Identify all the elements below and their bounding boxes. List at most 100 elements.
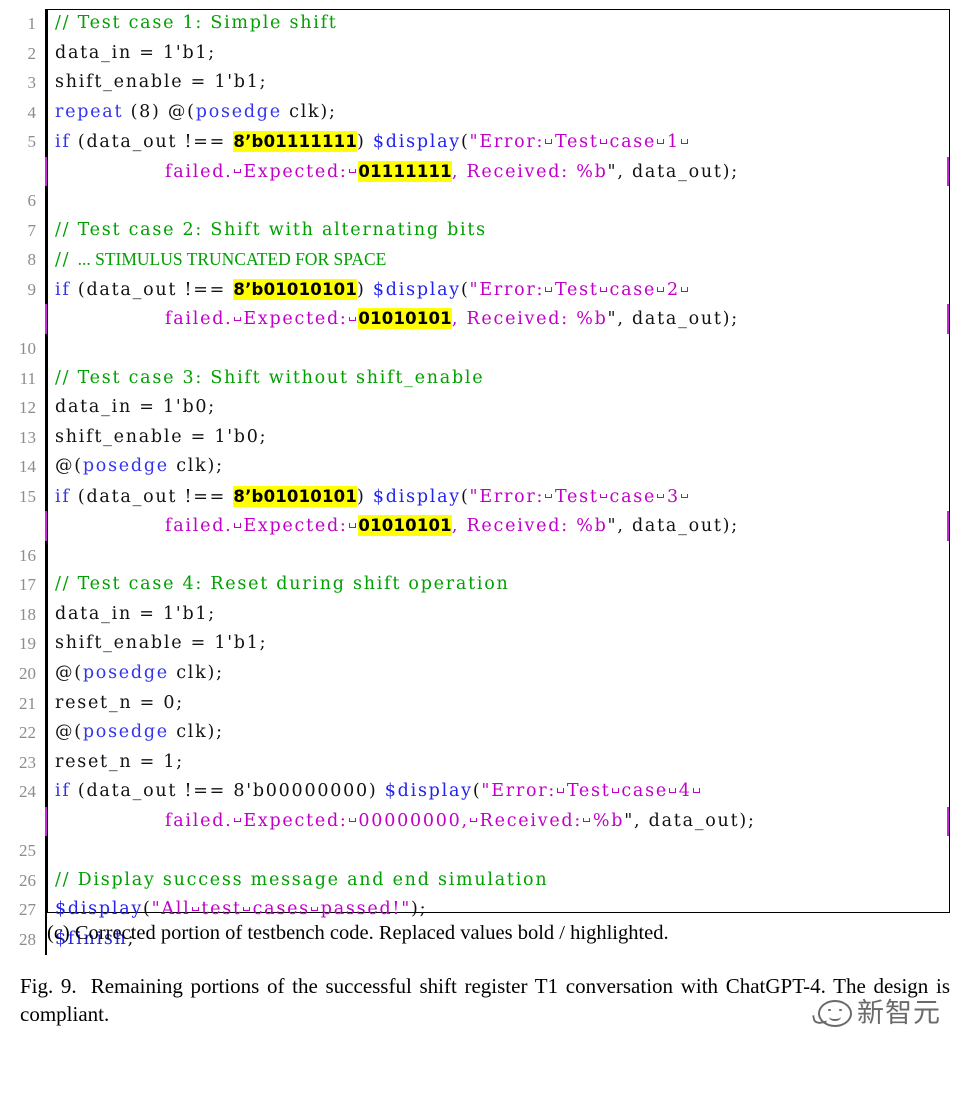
line-number: 16 bbox=[19, 545, 36, 565]
line-number: 6 bbox=[27, 191, 37, 211]
line-number: 19 bbox=[19, 634, 36, 654]
code-listing: 1 // Test case 1: Simple shift 2 data_in… bbox=[0, 9, 971, 955]
line-rule bbox=[45, 363, 48, 394]
code-line: 17 // Test case 4: Reset during shift op… bbox=[0, 570, 971, 600]
line-rule bbox=[45, 659, 48, 689]
line-rule-right bbox=[947, 600, 949, 630]
line-number: 7 bbox=[27, 220, 37, 240]
code-line-continuation: failed. Expected: 01010101, Received: %b",… bbox=[0, 511, 971, 541]
code-line: 11 // Test case 3: Shift without shift_e… bbox=[0, 363, 971, 394]
line-rule bbox=[45, 718, 48, 748]
line-rule-right bbox=[947, 482, 949, 512]
line-rule bbox=[45, 836, 48, 866]
line-rule bbox=[45, 68, 48, 98]
line-number: 24 bbox=[19, 782, 36, 802]
code-text: $display("All test cases passed!"); bbox=[55, 899, 428, 920]
line-rule bbox=[45, 9, 48, 39]
line-number: 22 bbox=[19, 723, 36, 743]
code-line: 15 if (data_out !== 8’b01010101) $displa… bbox=[0, 481, 971, 512]
code-text: @(posedge clk); bbox=[55, 663, 224, 684]
code-line: 6 bbox=[0, 186, 971, 216]
line-rule-right bbox=[947, 866, 949, 896]
code-line: 9 if (data_out !== 8’b01010101) $display… bbox=[0, 274, 971, 305]
line-rule-right bbox=[947, 245, 949, 275]
line-rule-right bbox=[947, 9, 949, 39]
code-line: 23 reset_n = 1; bbox=[0, 747, 971, 778]
line-rule bbox=[45, 481, 48, 512]
figure-caption: Fig. 9. Remaining portions of the success… bbox=[20, 972, 950, 1028]
line-number: 8 bbox=[27, 250, 37, 270]
line-rule-right bbox=[947, 541, 949, 571]
code-line: 3 shift_enable = 1'b1; bbox=[0, 68, 971, 98]
code-text: repeat (8) @(posedge clk); bbox=[55, 101, 337, 122]
line-rule-right bbox=[947, 156, 950, 187]
code-line: 8 // ... STIMULUS TRUNCATED FOR SPACE bbox=[0, 245, 971, 275]
line-rule-right bbox=[947, 452, 949, 482]
code-text: if (data_out !== 8’b01111111) $display("… bbox=[55, 131, 688, 153]
line-rule-right bbox=[947, 216, 949, 246]
code-line: 25 bbox=[0, 836, 971, 866]
line-rule-right bbox=[947, 689, 949, 719]
line-rule bbox=[45, 127, 48, 157]
line-number: 20 bbox=[19, 664, 36, 684]
code-text: // Test case 2: Shift with alternating b… bbox=[55, 219, 487, 240]
code-text: shift_enable = 1'b1; bbox=[55, 72, 268, 93]
line-rule-right bbox=[947, 570, 949, 600]
code-text: // Display success message and end simul… bbox=[55, 869, 549, 890]
line-rule bbox=[45, 38, 48, 69]
line-rule bbox=[45, 186, 48, 216]
line-number: 28 bbox=[19, 929, 36, 949]
code-text: if (data_out !== 8’b01010101) $display("… bbox=[55, 278, 688, 300]
line-rule-right bbox=[947, 364, 949, 394]
line-rule bbox=[45, 629, 48, 660]
line-rule-right bbox=[947, 836, 949, 866]
code-text: data_in = 1'b0; bbox=[55, 397, 216, 418]
code-text: // ... STIMULUS TRUNCATED FOR SPACE bbox=[55, 249, 387, 271]
line-rule-right bbox=[947, 511, 950, 541]
line-rule bbox=[45, 215, 48, 246]
replaced-value-highlight: 01010101 bbox=[358, 515, 452, 537]
line-rule-right bbox=[947, 748, 949, 778]
code-line: 20 @(posedge clk); bbox=[0, 659, 971, 689]
line-number: 9 bbox=[27, 279, 37, 299]
figure-caption-text: Remaining portions of the successful shi… bbox=[20, 974, 950, 1026]
line-rule-right bbox=[947, 393, 949, 423]
line-rule-right bbox=[947, 659, 949, 689]
line-rule bbox=[45, 777, 48, 807]
line-number: 12 bbox=[19, 398, 36, 418]
code-text: shift_enable = 1'b1; bbox=[55, 633, 268, 654]
code-line-continuation: failed. Expected: 00000000, Received: %b", d… bbox=[0, 806, 971, 837]
code-text: failed. Expected: 01111111, Received: %b",… bbox=[165, 160, 739, 182]
replaced-value-highlight: 8’b01010101 bbox=[233, 485, 358, 507]
line-number: 23 bbox=[19, 752, 36, 772]
code-line: 21 reset_n = 0; bbox=[0, 688, 971, 719]
line-rule bbox=[45, 393, 48, 423]
line-rule-right bbox=[947, 629, 949, 659]
line-rule bbox=[45, 156, 48, 187]
line-rule bbox=[45, 304, 48, 335]
line-rule-right bbox=[947, 68, 949, 98]
code-line: 10 bbox=[0, 334, 971, 364]
code-text: // Test case 1: Simple shift bbox=[55, 13, 338, 33]
line-rule bbox=[45, 245, 48, 275]
code-text: data_in = 1'b1; bbox=[55, 603, 216, 624]
line-rule-right bbox=[947, 127, 949, 157]
code-text: reset_n = 1; bbox=[55, 751, 184, 772]
code-text: shift_enable = 1'b0; bbox=[55, 426, 268, 447]
line-rule-right bbox=[947, 98, 949, 128]
code-line: 1 // Test case 1: Simple shift bbox=[0, 9, 971, 39]
replaced-value-highlight: 8’b01111111 bbox=[233, 131, 358, 153]
line-rule bbox=[45, 334, 48, 364]
line-rule-right bbox=[947, 718, 949, 748]
line-number: 13 bbox=[19, 427, 36, 447]
line-rule bbox=[45, 452, 48, 482]
line-rule-right bbox=[947, 275, 949, 305]
code-line: 4 repeat (8) @(posedge clk); bbox=[0, 97, 971, 128]
line-rule bbox=[45, 274, 48, 305]
replaced-value-highlight: 8’b01010101 bbox=[233, 278, 358, 300]
code-line: 16 bbox=[0, 540, 971, 571]
line-rule bbox=[45, 599, 48, 630]
line-number: 18 bbox=[19, 604, 36, 624]
code-line: 2 data_in = 1'b1; bbox=[0, 38, 971, 69]
line-rule-right bbox=[947, 334, 949, 364]
